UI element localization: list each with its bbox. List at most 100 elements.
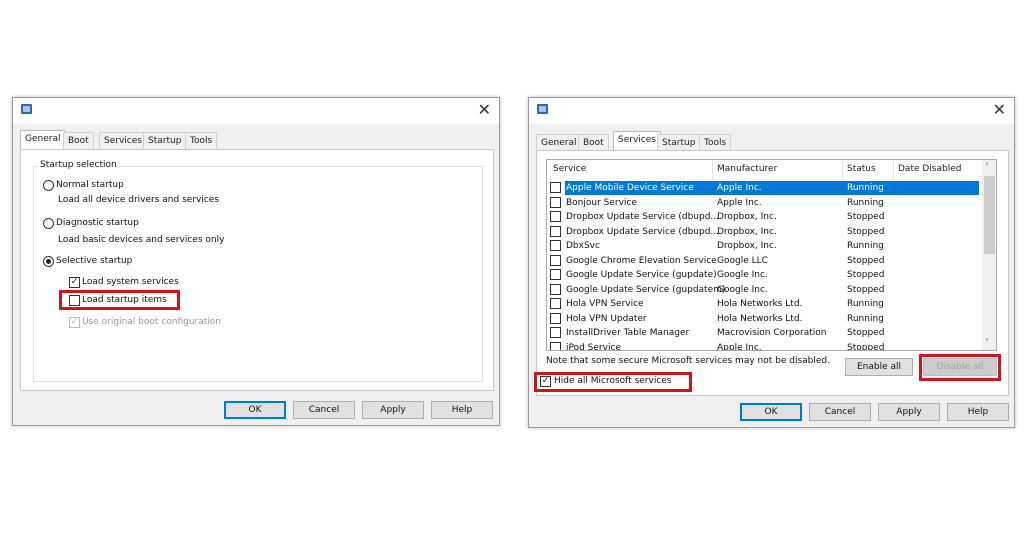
msconfig-app-icon [21, 104, 32, 114]
column-service[interactable]: Service [553, 164, 586, 174]
system-configuration-dialog-general: ✕ General Boot Services Startup Tools St… [12, 97, 500, 426]
close-icon[interactable]: ✕ [993, 100, 1006, 119]
service-status: Stopped [847, 328, 885, 338]
help-button[interactable]: Help [947, 403, 1009, 421]
service-row[interactable]: Google Chrome Elevation Service Google LL… [547, 254, 979, 268]
service-checkbox[interactable] [550, 240, 561, 251]
scrollbar-thumb[interactable] [984, 176, 995, 254]
service-name: Hola VPN Updater [566, 313, 647, 324]
service-manufacturer: Google LLC [717, 255, 768, 266]
help-button[interactable]: Help [431, 401, 493, 419]
service-row[interactable]: iPod Service Apple Inc. Stopped [547, 341, 979, 351]
service-manufacturer: Dropbox, Inc. [717, 241, 777, 251]
service-checkbox[interactable] [550, 312, 561, 324]
service-checkbox[interactable] [550, 211, 561, 222]
service-status: Stopped [847, 270, 885, 280]
msconfig-app-icon [537, 104, 548, 114]
column-manufacturer[interactable]: Manufacturer [717, 164, 777, 174]
service-manufacturer: Apple Inc. [717, 183, 762, 193]
service-checkbox[interactable] [550, 327, 561, 338]
service-checkbox[interactable] [550, 269, 561, 280]
system-configuration-dialog-services: ✕ General Boot Services Startup Tools Se… [528, 97, 1015, 428]
tab-services[interactable]: Services [613, 131, 661, 150]
service-status: Running [847, 241, 884, 251]
hide-microsoft-services-checkbox[interactable]: ✓ [540, 376, 551, 387]
service-row[interactable]: DbxSvc Dropbox, Inc. Running [547, 239, 979, 253]
service-manufacturer: Macrovision Corporation [717, 328, 827, 338]
load-startup-items-label[interactable]: Load startup items [82, 295, 167, 305]
selective-startup-radio[interactable] [43, 256, 54, 267]
load-system-services-checkbox[interactable]: ✓ [69, 277, 80, 288]
diagnostic-startup-label[interactable]: Diagnostic startup [56, 218, 139, 228]
ok-button[interactable]: OK [224, 401, 286, 419]
service-row[interactable]: Hola VPN Service Hola Networks Ltd. Runnin… [547, 297, 979, 311]
service-row[interactable]: Dropbox Update Service (dbupd... Dropbox,… [547, 210, 979, 224]
service-status: Running [847, 197, 884, 208]
service-manufacturer: Hola Networks Ltd. [717, 299, 803, 309]
selective-startup-label[interactable]: Selective startup [56, 256, 132, 266]
service-name: Google Update Service (gupdate) [566, 270, 717, 280]
service-name: Dropbox Update Service (dbupd... [566, 212, 720, 222]
use-original-boot-checkbox: ✓ [69, 317, 80, 328]
tab-services[interactable]: Services [99, 132, 147, 149]
vertical-scrollbar[interactable]: ˄ ˅ [982, 160, 996, 350]
service-manufacturer: Dropbox, Inc. [717, 226, 777, 237]
column-date-disabled[interactable]: Date Disabled [898, 164, 961, 174]
normal-startup-desc: Load all device drivers and services [58, 195, 219, 205]
cancel-button[interactable]: Cancel [809, 403, 871, 421]
service-checkbox[interactable] [550, 196, 561, 208]
service-name: Google Update Service (gupdatem) [566, 284, 726, 295]
service-row[interactable]: Dropbox Update Service (dbupd... Dropbox,… [547, 225, 979, 239]
normal-startup-label[interactable]: Normal startup [56, 180, 124, 190]
note-text: Note that some secure Microsoft services… [546, 356, 830, 366]
tab-boot[interactable]: Boot [578, 134, 609, 151]
service-row[interactable]: Hola VPN Updater Hola Networks Ltd. Runnin… [547, 312, 979, 326]
cancel-button[interactable]: Cancel [293, 401, 355, 419]
service-checkbox[interactable] [550, 341, 561, 350]
tab-general[interactable]: General [20, 130, 66, 149]
service-name: Bonjour Service [566, 197, 637, 208]
scroll-down-icon[interactable]: ˅ [985, 338, 989, 347]
service-checkbox[interactable] [550, 283, 561, 295]
service-status: Stopped [847, 255, 885, 266]
tab-tools[interactable]: Tools [699, 134, 732, 151]
service-row[interactable]: InstallDriver Table Manager Macrovision C… [547, 326, 979, 340]
tab-general[interactable]: General [536, 134, 582, 151]
service-checkbox[interactable] [550, 254, 561, 266]
apply-button[interactable]: Apply [362, 401, 424, 419]
group-title: Startup selection [37, 160, 120, 170]
hide-microsoft-services-label[interactable]: Hide all Microsoft services [554, 376, 672, 386]
service-checkbox[interactable] [550, 182, 561, 193]
service-name: Apple Mobile Device Service [566, 183, 694, 193]
service-row[interactable]: Google Update Service (gupdate) Google In… [547, 268, 979, 282]
service-status: Stopped [847, 212, 885, 222]
apply-button[interactable]: Apply [878, 403, 940, 421]
service-status: Stopped [847, 226, 885, 237]
tab-boot[interactable]: Boot [63, 132, 94, 149]
service-row[interactable]: Google Update Service (gupdatem) Google I… [547, 283, 979, 297]
use-original-boot-label: Use original boot configuration [82, 317, 221, 327]
column-status[interactable]: Status [847, 164, 876, 174]
disable-all-button[interactable]: Disable all [923, 358, 997, 376]
normal-startup-radio[interactable] [43, 180, 54, 191]
close-icon[interactable]: ✕ [478, 100, 491, 119]
load-system-services-label[interactable]: Load system services [82, 277, 179, 287]
tab-startup[interactable]: Startup [657, 134, 701, 151]
service-row[interactable]: Apple Mobile Device Service Apple Inc. Run… [547, 181, 979, 195]
scroll-up-icon[interactable]: ˄ [985, 162, 989, 171]
service-checkbox[interactable] [550, 225, 561, 237]
service-status: Stopped [847, 284, 885, 295]
service-row[interactable]: Bonjour Service Apple Inc. Running [547, 196, 979, 210]
tab-startup[interactable]: Startup [143, 132, 187, 149]
ok-button[interactable]: OK [740, 403, 802, 421]
service-name: iPod Service [566, 342, 621, 351]
diagnostic-startup-radio[interactable] [43, 218, 54, 229]
service-status: Running [847, 299, 884, 309]
services-list[interactable]: Service Manufacturer Status Date Disable… [546, 159, 997, 351]
service-manufacturer: Dropbox, Inc. [717, 212, 777, 222]
enable-all-button[interactable]: Enable all [845, 358, 913, 376]
tab-tools[interactable]: Tools [185, 132, 218, 149]
tab-panel: Startup selection Normal startup Load al… [20, 149, 494, 391]
load-startup-items-checkbox[interactable] [69, 295, 80, 306]
service-checkbox[interactable] [550, 298, 561, 309]
